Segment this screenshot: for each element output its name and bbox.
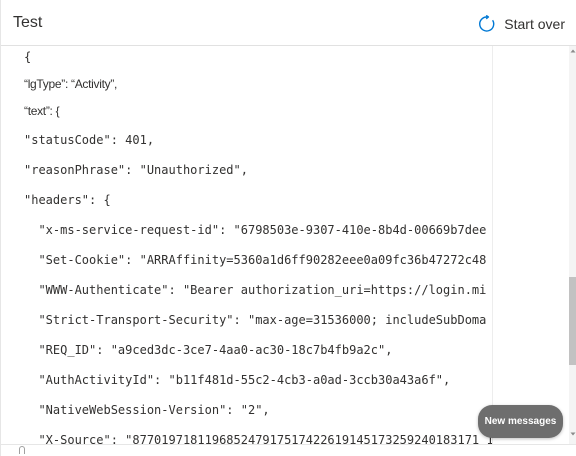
scroll-down-arrow-icon[interactable] (570, 431, 576, 437)
transcript-line: "AuthActivityId": "b11f481d-55c2-4cb3-a0… (24, 373, 451, 387)
start-over-label: Start over (504, 16, 565, 32)
transcript-line: “text”: { (24, 104, 60, 118)
transcript-line: { (24, 50, 32, 64)
new-messages-label: New messages (484, 416, 557, 427)
transcript-line: "Strict-Transport-Security": "max-age=31… (24, 313, 487, 327)
transcript-line: "REQ_ID": "a9ced3dc-3ce7-4aa0-ac30-18c7b… (24, 343, 393, 357)
scrollbar-thumb[interactable] (569, 277, 576, 365)
start-over-button[interactable]: Start over (478, 13, 565, 35)
message-transcript[interactable]: { “lgType”: “Activity”, “text”: { "statu… (1, 46, 493, 456)
vertical-scrollbar[interactable] (569, 46, 576, 444)
transcript-line: "Set-Cookie": "ARRAffinity=5360a1d6ff902… (24, 253, 487, 267)
new-messages-button[interactable]: New messages (478, 405, 563, 438)
test-chat-panel: Test Start over { “lgType”: “Activity”, … (0, 0, 576, 456)
transcript-line: "reasonPhrase": "Unauthorized", (24, 163, 248, 177)
restart-icon (479, 15, 495, 32)
transcript-line: "WWW-Authenticate": "Bearer authorizatio… (24, 283, 487, 297)
scroll-up-arrow-icon[interactable] (570, 48, 576, 54)
attachment-icon (19, 446, 25, 454)
input-area-edge (1, 444, 576, 456)
transcript-line: "x-ms-service-request-id": "6798503e-930… (24, 223, 487, 237)
panel-title: Test (13, 14, 43, 31)
transcript-line: "NativeWebSession-Version": "2", (24, 403, 270, 417)
transcript-line: "statusCode": 401, (24, 133, 155, 147)
panel-header: Test Start over (1, 0, 576, 46)
transcript-line: “lgType”: “Activity”, (24, 77, 118, 91)
transcript-line: "headers": { (24, 193, 111, 207)
